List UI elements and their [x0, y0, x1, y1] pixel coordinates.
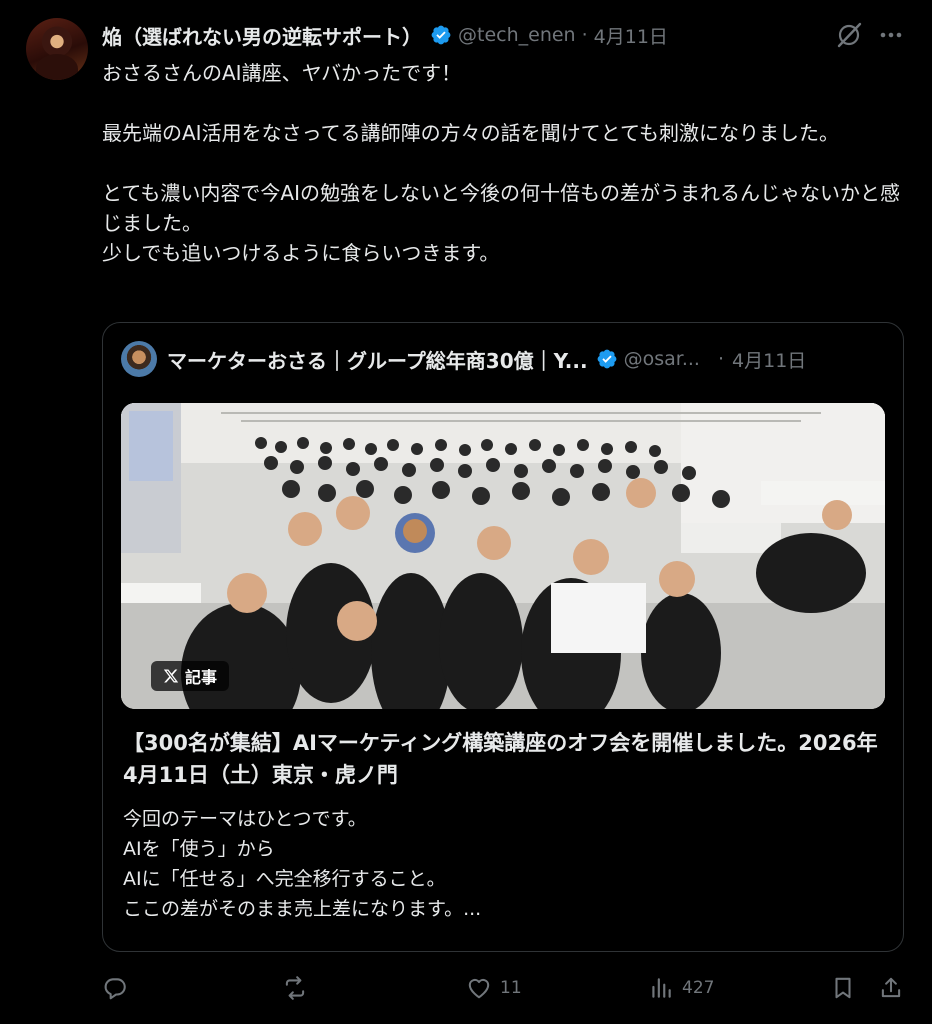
quoted-author-avatar — [121, 341, 157, 377]
bookmark-icon — [835, 977, 851, 999]
event-group-photo — [121, 403, 885, 709]
post-card[interactable]: 焔（選ばれない男の逆転サポート） @tech_enen · 4月11日 おさるさ… — [0, 0, 932, 1024]
article-excerpt: 今回のテーマはひとつです。 AIを「使う」から AIに「任せる」へ完全移行するこ… — [123, 808, 482, 920]
separator-dot: · — [717, 348, 725, 370]
quoted-post-header: マーケターおさる｜グループ総年商30億｜Y... @osar... · 4月11… — [121, 341, 891, 377]
views-chart-icon — [652, 978, 671, 998]
author-display-name[interactable]: 焔（選ばれない男の逆転サポート） — [102, 21, 422, 50]
reply-icon — [104, 978, 126, 1000]
share-button[interactable] — [878, 968, 904, 1008]
article-cover-image[interactable]: 記事 — [121, 403, 885, 709]
views-count: 427 — [682, 978, 715, 998]
author-handle[interactable]: @tech_enen — [458, 24, 576, 46]
article-badge: 記事 — [151, 661, 230, 691]
quoted-post-date: 4月11日 — [732, 349, 807, 372]
article-badge-label: 記事 — [185, 668, 218, 687]
share-icon — [881, 977, 901, 998]
post-date[interactable]: 4月11日 — [594, 22, 668, 49]
heart-icon — [468, 978, 490, 999]
bookmark-button[interactable] — [830, 968, 856, 1008]
repost-icon — [285, 976, 305, 1000]
views-button[interactable]: 427 — [648, 968, 714, 1008]
reply-button[interactable] — [102, 968, 136, 1008]
verified-badge-icon — [597, 349, 617, 369]
author-avatar[interactable] — [26, 18, 88, 80]
post-header: 焔（選ばれない男の逆転サポート） @tech_enen · 4月11日 — [102, 20, 668, 50]
like-count: 11 — [500, 978, 522, 998]
article-title[interactable]: 【300名が集結】AIマーケティング構築講座のオフ会を開催しました。2026年4… — [123, 727, 883, 791]
quoted-post[interactable]: マーケターおさる｜グループ総年商30億｜Y... @osar... · 4月11… — [102, 322, 904, 952]
quoted-author-handle: @osar... — [623, 348, 700, 370]
grok-icon[interactable] — [834, 20, 864, 50]
repost-button[interactable] — [282, 968, 316, 1008]
separator-dot: · — [581, 24, 588, 46]
x-logo-icon — [163, 669, 179, 683]
post-text: おさるさんのAI講座、ヤバかったです！ 最先端のAI活用をなさってる講師陣の方々… — [102, 61, 900, 265]
like-button[interactable]: 11 — [466, 968, 522, 1008]
post-action-bar: 11 427 — [102, 968, 910, 1008]
more-options-icon[interactable] — [876, 20, 906, 50]
verified-badge-icon — [431, 25, 451, 45]
quoted-author-display-name: マーケターおさる｜グループ総年商30億｜Y... — [167, 348, 588, 373]
